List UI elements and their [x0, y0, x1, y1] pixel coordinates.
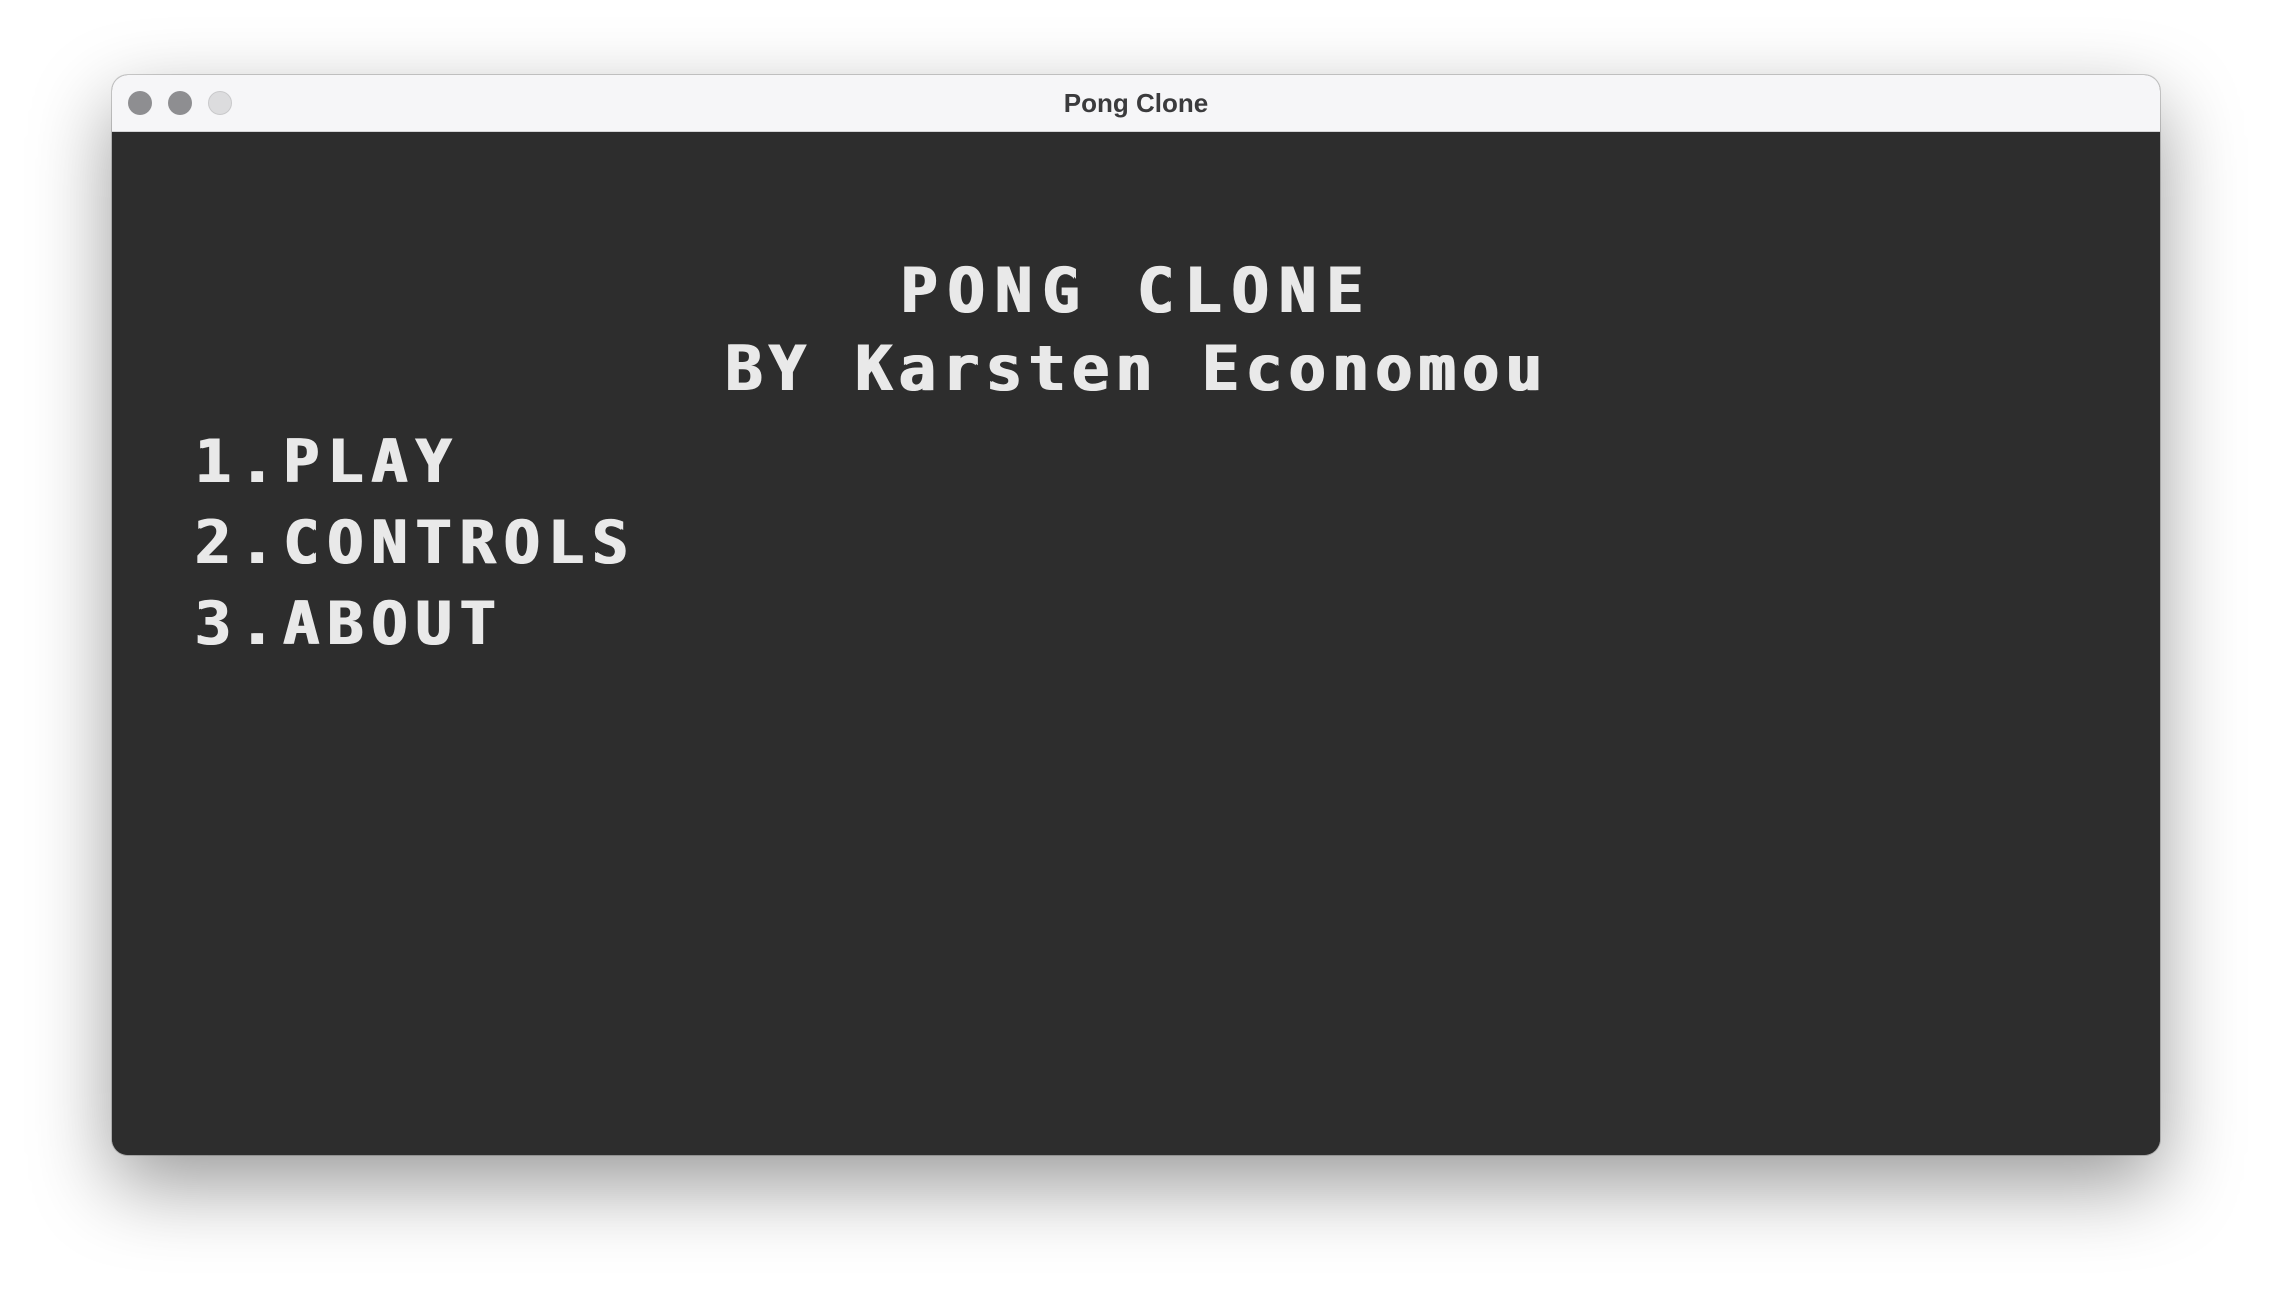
menu-item-label: ABOUT: [282, 589, 503, 659]
menu-item-play[interactable]: 1.PLAY: [194, 422, 635, 503]
menu-item-number: 2.: [194, 508, 283, 578]
main-menu: 1.PLAY 2.CONTROLS 3.ABOUT: [194, 422, 635, 665]
menu-item-number: 1.: [194, 427, 283, 497]
app-window: Pong Clone PONG CLONE BY Karsten Economo…: [112, 75, 2160, 1155]
game-author-credit: BY Karsten Economou: [724, 332, 1548, 405]
menu-item-label: CONTROLS: [282, 508, 636, 578]
title-bar[interactable]: Pong Clone: [112, 75, 2160, 132]
menu-item-about[interactable]: 3.ABOUT: [194, 584, 635, 665]
menu-item-number: 3.: [194, 589, 283, 659]
game-title: PONG CLONE: [899, 254, 1373, 327]
game-screen[interactable]: PONG CLONE BY Karsten Economou 1.PLAY 2.…: [112, 132, 2160, 1155]
menu-item-controls[interactable]: 2.CONTROLS: [194, 503, 635, 584]
menu-item-label: PLAY: [282, 427, 459, 497]
window-title: Pong Clone: [1063, 88, 1209, 118]
